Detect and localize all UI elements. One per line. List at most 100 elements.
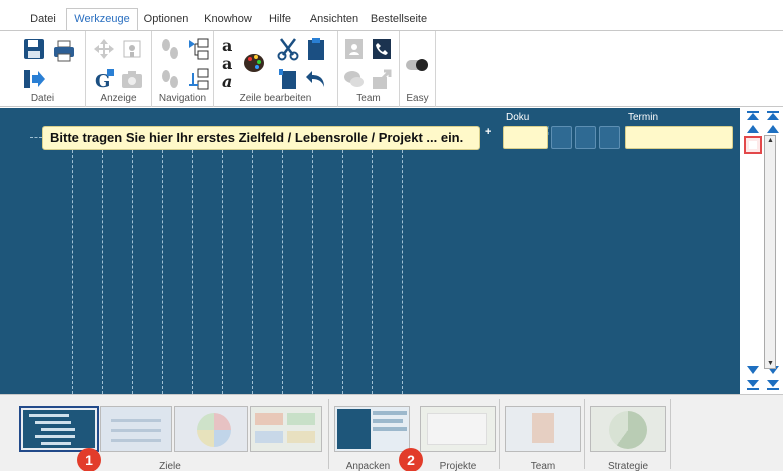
contacts-icon[interactable] xyxy=(342,37,366,61)
svg-text:a: a xyxy=(222,36,232,55)
group-label-datei: Datei xyxy=(30,93,55,104)
move-icon[interactable] xyxy=(92,37,116,61)
nav-label-strategie: Strategie xyxy=(607,461,649,471)
scrollbar-down-icon[interactable]: ▼ xyxy=(767,360,774,367)
level-guide xyxy=(282,140,283,394)
phone-icon[interactable] xyxy=(370,37,394,61)
level-guide xyxy=(402,140,403,394)
thumbnail-projekte[interactable] xyxy=(420,406,496,452)
svg-text:a: a xyxy=(222,54,232,73)
tab-werkzeuge[interactable]: Werkzeuge xyxy=(66,8,138,31)
step-badge-1: 1 xyxy=(77,448,101,471)
status-box[interactable] xyxy=(551,126,572,149)
tab-hilfe[interactable]: Hilfe xyxy=(260,9,300,30)
paste-icon[interactable] xyxy=(304,37,328,61)
level-guide xyxy=(372,140,373,394)
group-label-navigation: Navigation xyxy=(158,93,207,104)
scroll-panel xyxy=(740,108,783,394)
scroll-bottom-icon[interactable] xyxy=(766,380,780,390)
camera-icon[interactable] xyxy=(120,67,144,91)
group-datei: Datei xyxy=(0,31,86,107)
group-label-easy: Easy xyxy=(406,93,429,104)
add-goal-button[interactable]: + xyxy=(485,126,491,138)
level-guide xyxy=(132,140,133,394)
thumbnail-ziele-wheel[interactable] xyxy=(174,406,248,452)
termin-field[interactable] xyxy=(625,126,733,149)
scroll-up-icon[interactable] xyxy=(746,124,760,134)
nav-label-anpacken: Anpacken xyxy=(345,461,391,471)
nav-label-team: Team xyxy=(530,461,556,471)
thumbnail-strategie[interactable] xyxy=(590,406,666,452)
group-label-zeile-bearbeiten: Zeile bearbeiten xyxy=(239,93,312,104)
toggle-icon[interactable] xyxy=(405,53,429,77)
level-guide xyxy=(312,140,313,394)
level-guide xyxy=(72,140,73,394)
scroll-top-icon[interactable] xyxy=(746,111,760,121)
exit-icon[interactable] xyxy=(22,67,46,91)
scroll-up-icon[interactable] xyxy=(766,124,780,134)
tab-bestellseite[interactable]: Bestellseite xyxy=(368,9,430,30)
thumbnail-ziele-grid[interactable] xyxy=(250,406,322,452)
tab-ansichten[interactable]: Ansichten xyxy=(304,9,364,30)
divider xyxy=(584,399,585,469)
ribbon: Datei G Anzeige Navigation a a a Zeile b… xyxy=(0,30,783,107)
share-icon[interactable] xyxy=(370,67,394,91)
footsteps-alt-icon[interactable] xyxy=(158,67,182,91)
tab-knowhow[interactable]: Knowhow xyxy=(200,9,256,30)
tab-datei[interactable]: Datei xyxy=(18,9,68,30)
chat-icon[interactable] xyxy=(342,67,366,91)
group-team: Team xyxy=(338,31,400,107)
header-divider xyxy=(548,126,549,135)
nav-label-projekte: Projekte xyxy=(439,461,477,471)
thumbnail-anpacken[interactable] xyxy=(334,406,410,452)
status-box[interactable] xyxy=(575,126,596,149)
divider xyxy=(328,399,329,469)
text-style-icon[interactable]: aaa xyxy=(220,35,238,91)
group-label-anzeige: Anzeige xyxy=(100,93,137,104)
level-guide xyxy=(222,140,223,394)
undo-icon[interactable] xyxy=(304,67,328,91)
copy-icon[interactable] xyxy=(276,67,300,91)
goal-tree-area[interactable]: Doku Termin xyxy=(0,108,740,394)
svg-text:a: a xyxy=(222,72,232,91)
level-guide xyxy=(162,140,163,394)
outline-icon[interactable] xyxy=(186,67,210,91)
google-icon[interactable]: G xyxy=(92,67,116,91)
divider xyxy=(499,399,500,469)
thumbnail-ziele-tree[interactable] xyxy=(19,406,99,452)
save-icon[interactable] xyxy=(22,37,46,61)
group-zeile-bearbeiten: aaa Zeile bearbeiten xyxy=(214,31,338,107)
group-navigation: Navigation xyxy=(152,31,214,107)
group-easy: Easy xyxy=(400,31,436,107)
zoom-icon[interactable] xyxy=(120,37,144,61)
goal-input[interactable]: Bitte tragen Sie hier Ihr erstes Zielfel… xyxy=(42,126,480,150)
level-guide xyxy=(192,140,193,394)
group-anzeige: G Anzeige xyxy=(86,31,152,107)
tree-icon[interactable] xyxy=(186,37,210,61)
scrollbar-up-icon[interactable]: ▲ xyxy=(767,137,774,144)
tree-connector xyxy=(30,137,42,138)
vertical-scrollbar[interactable]: ▲ ▼ xyxy=(764,135,776,369)
column-header-doku: Doku xyxy=(506,112,530,123)
tab-optionen[interactable]: Optionen xyxy=(140,9,192,30)
group-label-team: Team xyxy=(356,93,381,104)
level-guide xyxy=(342,140,343,394)
level-guide xyxy=(252,140,253,394)
scroll-down-icon[interactable] xyxy=(746,365,760,375)
palette-icon[interactable] xyxy=(242,51,266,75)
nav-label-ziele: Ziele xyxy=(159,461,181,471)
scroll-bottom-icon[interactable] xyxy=(746,380,760,390)
view-switcher: Ziele 1 Anpacken 2 Projekte Team Strateg… xyxy=(0,394,783,471)
doku-field[interactable] xyxy=(503,126,548,149)
footsteps-icon[interactable] xyxy=(158,37,182,61)
divider xyxy=(670,399,671,469)
print-icon[interactable] xyxy=(52,39,76,63)
cut-icon[interactable] xyxy=(276,37,300,61)
thumbnail-team[interactable] xyxy=(505,406,581,452)
scroll-top-icon[interactable] xyxy=(766,111,780,121)
level-guide xyxy=(102,140,103,394)
thumbnail-ziele-mindmap[interactable] xyxy=(100,406,172,452)
status-box[interactable] xyxy=(599,126,620,149)
selected-row-marker[interactable] xyxy=(744,136,762,154)
column-header-termin: Termin xyxy=(628,112,659,123)
